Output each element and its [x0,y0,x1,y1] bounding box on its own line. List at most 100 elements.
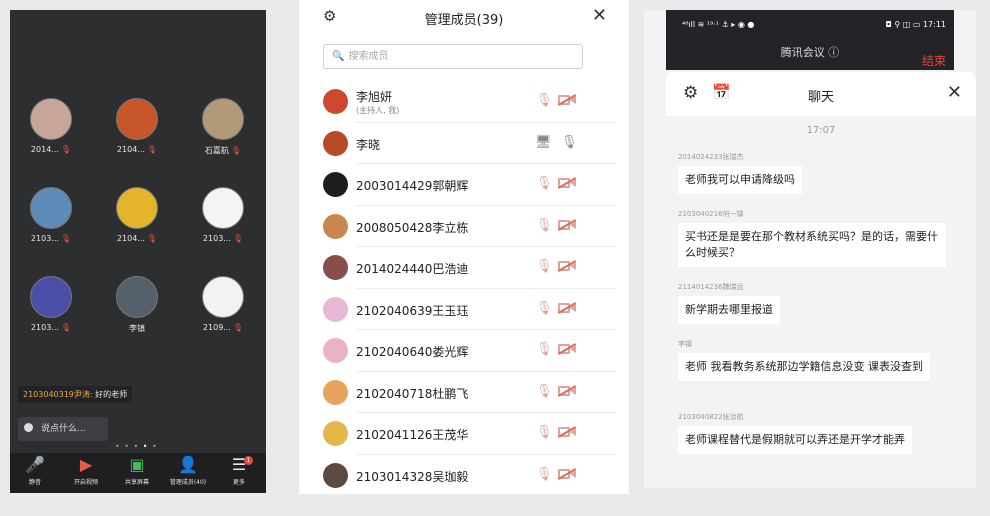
member-row[interactable]: 李旭妍 (主持人, 我) 🎙 [299,81,629,123]
avatar [116,276,158,318]
chat-bubble[interactable]: 新学期去哪里报道 [678,296,780,324]
menu-icon: ☰ [231,455,247,474]
member-name: 2102040640娄光辉 [356,345,469,359]
mic-muted-icon[interactable]: 🎙 [536,259,553,274]
mic-muted-icon: 🎙 [146,234,158,243]
participant-name: 2104... [116,145,145,154]
avatar [202,187,244,229]
member-row[interactable]: 2102040640娄光辉 🎙 [299,330,629,372]
member-row[interactable]: 2102040718杜鹏飞 🎙 [299,372,629,413]
mic-muted-icon[interactable]: 🎙 [536,301,553,316]
camera-off-icon[interactable] [557,177,577,189]
mic-muted-icon[interactable]: 🎙 [536,425,553,440]
participant-tile[interactable]: 2103... 🎙 [21,276,81,332]
camera-off-icon[interactable] [557,94,577,106]
chat-preview[interactable]: 2103040319尹涛: 好的老师 [18,386,133,403]
mic-muted-icon[interactable]: 🎙 [536,384,553,399]
participant-name: 2109... [202,323,231,332]
chat-bubble[interactable]: 老师课程替代是假期就可以弄还是开学才能弄 [678,426,912,454]
member-row[interactable]: 2102040639王玉珏 🎙 [299,289,629,330]
avatar [323,421,348,446]
mic-muted-icon: 🎙 [230,146,242,155]
camera-off-icon[interactable] [557,260,577,272]
participant-tile[interactable]: 2104... 🎙 [107,98,167,154]
video-off-icon: ▶︎ [79,455,93,474]
participant-tile[interactable]: 2103... 🎙 [21,187,81,243]
chat-message: 2114014236魏瑞远 新学期去哪里报道 [678,282,780,324]
member-name: 2014024440巴浩迪 [356,262,469,276]
participant-tile[interactable]: 2014... 🎙 [21,98,81,154]
mic-muted-icon[interactable]: 🎙 [536,93,553,108]
microphone-icon[interactable]: 🎙 [561,135,578,150]
member-row[interactable]: 2103014328吴珈毅 🎙 [299,455,629,495]
meeting-title: 腾讯会议 ⓘ [780,46,840,59]
chat-input[interactable]: 说点什么... [18,417,108,441]
camera-off-icon[interactable] [557,343,577,355]
avatar [323,213,348,239]
member-list-panel: ⚙ 管理成员(39) ✕ 🔍 搜索成员 李旭妍 (主持人, 我) 🎙 李晓 🖥 🎙… [299,0,629,494]
chat-bubble[interactable]: 老师我可以申请降级吗 [678,166,802,194]
member-row[interactable]: 2014024440巴浩迪 🎙 [299,247,629,289]
participant-name: 2103... [30,234,59,243]
avatar [323,379,348,405]
camera-off-icon[interactable] [557,426,577,438]
member-row[interactable]: 2008050428李立栋 🎙 [299,206,629,247]
member-row[interactable]: 李晓 🖥 🎙 [299,123,629,164]
status-left: ⁴⁶ıll ≋ ¹⁹·¹ ⚓ ▸ ◉ ● [682,20,755,29]
mic-muted-icon: 🎙 [60,234,72,243]
chat-bubble[interactable]: 老师 我看教务系统那边学籍信息没变 课表没查到 [678,353,930,381]
member-row[interactable]: 2003014429郭朝辉 🎙 [299,164,629,206]
participant-tile[interactable]: 石嘉航 🎙 [193,98,253,156]
share-screen-icon: ▣ [129,455,145,474]
participant-tile[interactable]: 2103... 🎙 [193,187,253,243]
chat-message: 李镇 老师 我看教务系统那边学籍信息没变 课表没查到 [678,339,946,381]
chat-title: 聊天 [807,90,834,105]
chat-bubble[interactable]: 买书还是是要在那个教材系统买吗？是的话，需要什么时候买？ [678,223,946,267]
participant-tile[interactable]: 2109... 🎙 [193,276,253,332]
participant-name: 石嘉航 [204,146,229,155]
camera-off-icon[interactable] [557,301,577,314]
member-name: 李旭妍 [356,90,393,104]
camera-off-icon[interactable] [557,467,577,480]
chat-message: 2014024233张瑞杰 老师我可以申请降级吗 [678,152,802,194]
close-icon[interactable]: ✕ [947,82,962,103]
member-name: 2003014429郭朝辉 [356,179,469,193]
more-button[interactable]: ☰ 更多 1 [214,453,264,486]
chat-message: 2103040822张治航 老师课程替代是假期就可以弄还是开学才能弄 [678,412,912,454]
mic-muted-icon[interactable]: 🎙 [536,176,553,191]
mute-button[interactable]: 🎤 静音 [10,453,60,486]
chat-sender: 2103040822张治航 [678,413,744,421]
avatar [202,276,244,318]
mic-muted-icon[interactable]: 🎙 [536,467,553,482]
emoji-icon [24,423,33,432]
close-icon[interactable]: ✕ [592,5,607,26]
mic-muted-icon[interactable]: 🎙 [536,342,553,357]
members-icon: 👤 [178,455,198,474]
end-meeting-button[interactable]: 结束 [922,52,946,69]
chat-input-placeholder: 说点什么... [41,424,86,434]
camera-off-icon[interactable] [557,384,577,397]
share-screen-button[interactable]: ▣ 共享屏幕 [112,453,162,486]
status-right: ◘ ⚲ ◫ ▭ 17:11 [885,20,946,29]
camera-off-icon[interactable] [557,218,577,231]
participant-name: 李镇 [129,324,145,333]
chat-sender: 李镇 [678,340,692,348]
member-name: 李晓 [356,137,381,152]
manage-members-button[interactable]: 👤 管理成员(40) [163,453,213,486]
meeting-video-panel: 2014... 🎙 2104... 🎙 石嘉航 🎙 2103... 🎙 2104... 🎙… [10,10,266,493]
member-row[interactable]: 2102041126王茂华 🎙 [299,413,629,455]
mic-muted-icon: 🎙 [232,234,244,243]
participant-name: 2104... [116,234,145,243]
participant-tile[interactable]: 2104... 🎙 [107,187,167,243]
avatar [323,172,348,197]
participant-tile[interactable]: 李镇 [107,276,167,334]
avatar [323,296,348,322]
video-button[interactable]: ▶︎ 开启视频 [61,453,111,486]
screen-share-icon[interactable]: 🖥 [535,135,552,150]
mic-muted-icon[interactable]: 🎙 [536,218,553,233]
chat-sender: 2114014236魏瑞远 [678,283,744,291]
avatar [323,462,348,488]
search-input[interactable]: 🔍 搜索成员 [323,44,583,69]
participant-name: 2103... [202,234,231,243]
chat-timestamp: 17:07 [806,125,836,136]
